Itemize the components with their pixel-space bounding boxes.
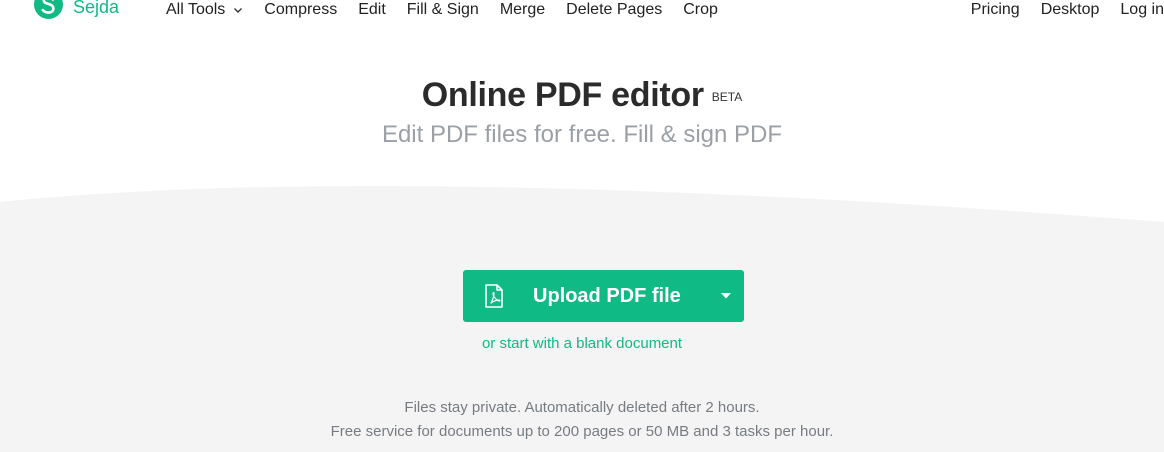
upload-pdf-main[interactable]: Upload PDF file bbox=[463, 270, 708, 322]
caret-down-icon bbox=[721, 293, 731, 299]
upload-pdf-button[interactable]: Upload PDF file bbox=[463, 270, 744, 322]
page-title-text: Online PDF editor bbox=[421, 76, 704, 114]
nav-fill-sign[interactable]: Fill & Sign bbox=[407, 0, 479, 20]
start-blank-document-link[interactable]: or start with a blank document bbox=[482, 335, 682, 352]
nav-compress[interactable]: Compress bbox=[264, 0, 337, 20]
nav-crop[interactable]: Crop bbox=[683, 0, 718, 20]
page-subtitle: Edit PDF files for free. Fill & sign PDF bbox=[381, 121, 783, 148]
nav-desktop[interactable]: Desktop bbox=[1041, 0, 1100, 20]
nav-merge[interactable]: Merge bbox=[500, 0, 545, 20]
sejda-logo-icon bbox=[34, 0, 63, 19]
beta-badge: BETA bbox=[711, 90, 743, 104]
usage-limits-note: Free service for documents up to 200 pag… bbox=[330, 423, 834, 440]
brand-name: Sejda bbox=[73, 0, 120, 17]
blank-document-row: or start with a blank document bbox=[0, 334, 1164, 354]
page-title: Online PDF editor BETA bbox=[0, 75, 1164, 115]
upload-options-dropdown[interactable] bbox=[708, 270, 744, 322]
nav-log-in[interactable]: Log in bbox=[1120, 0, 1164, 20]
nav-all-tools-label: All Tools bbox=[166, 1, 226, 18]
chevron-down-icon bbox=[234, 8, 243, 13]
secondary-nav: Pricing Desktop Log in bbox=[950, 0, 1164, 20]
primary-nav: All Tools Compress Edit Fill & Sign Merg… bbox=[166, 0, 739, 20]
top-nav: Sejda All Tools Compress Edit Fill & Sig… bbox=[0, 0, 1164, 22]
page: Sejda All Tools Compress Edit Fill & Sig… bbox=[0, 0, 1164, 452]
upload-pdf-label: Upload PDF file bbox=[533, 284, 681, 307]
nav-edit[interactable]: Edit bbox=[358, 0, 386, 20]
pdf-file-icon bbox=[485, 284, 503, 308]
sejda-logo[interactable]: Sejda bbox=[34, 0, 119, 19]
nav-delete-pages[interactable]: Delete Pages bbox=[566, 0, 662, 20]
nav-all-tools[interactable]: All Tools bbox=[166, 0, 243, 20]
privacy-note: Files stay private. Automatically delete… bbox=[404, 399, 760, 416]
nav-pricing[interactable]: Pricing bbox=[971, 0, 1020, 20]
